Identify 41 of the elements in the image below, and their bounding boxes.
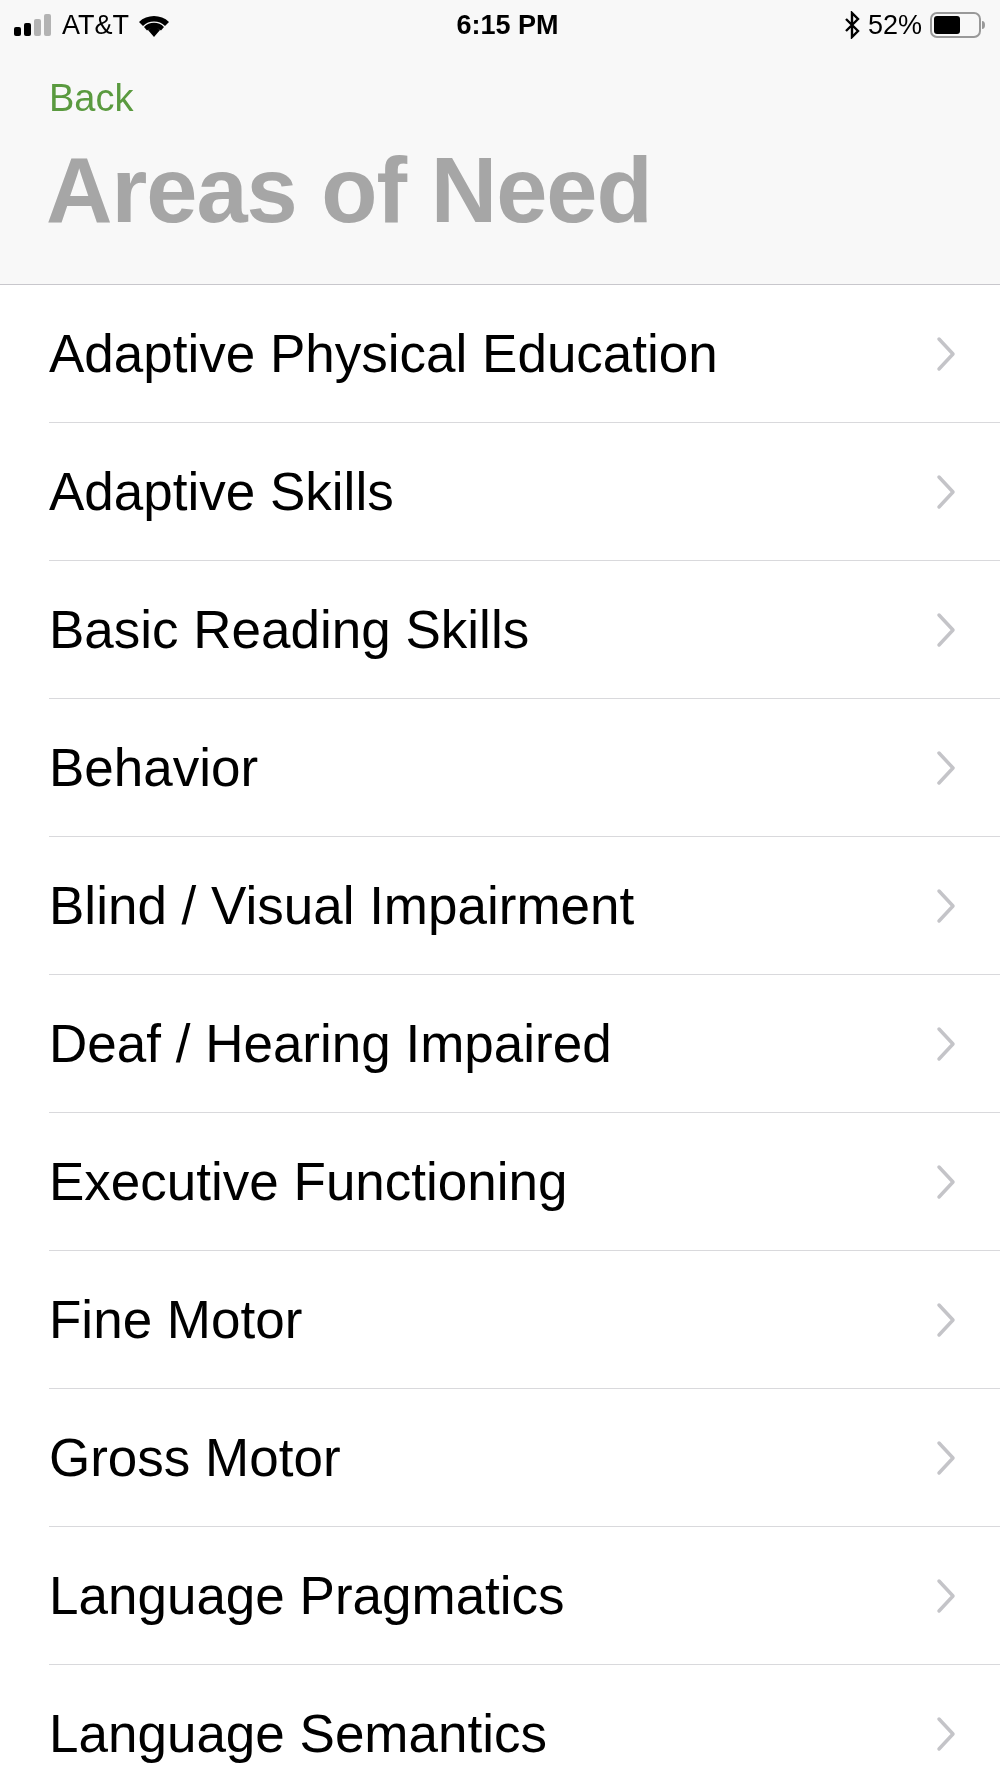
list-item[interactable]: Blind / Visual Impairment (49, 837, 1000, 975)
list-item[interactable]: Deaf / Hearing Impaired (49, 975, 1000, 1113)
list-item[interactable]: Fine Motor (49, 1251, 1000, 1389)
list-item[interactable]: Adaptive Skills (49, 423, 1000, 561)
signal-icon (14, 14, 54, 36)
item-label: Behavior (49, 736, 259, 799)
battery-percent: 52% (867, 8, 922, 42)
item-label: Language Semantics (49, 1702, 547, 1765)
clock-time: 6:15 PM (456, 8, 559, 42)
list-item[interactable]: Language Pragmatics (49, 1527, 1000, 1665)
list-item[interactable]: Executive Functioning (49, 1113, 1000, 1251)
item-label: Blind / Visual Impairment (49, 874, 635, 937)
chevron-right-icon (936, 1715, 956, 1752)
item-label: Basic Reading Skills (49, 598, 530, 661)
chevron-right-icon (936, 473, 956, 510)
list-item[interactable]: Adaptive Physical Education (49, 285, 1000, 423)
item-label: Fine Motor (49, 1288, 303, 1351)
chevron-right-icon (936, 1577, 956, 1614)
item-label: Executive Functioning (49, 1150, 568, 1213)
chevron-right-icon (936, 887, 956, 924)
item-label: Gross Motor (49, 1426, 341, 1489)
chevron-right-icon (936, 611, 956, 648)
bluetooth-icon (843, 11, 860, 39)
list-item[interactable]: Behavior (49, 699, 1000, 837)
wifi-icon (137, 13, 171, 37)
chevron-right-icon (936, 335, 956, 372)
item-label: Adaptive Skills (49, 460, 394, 523)
list-item[interactable]: Language Semantics (49, 1665, 1000, 1778)
page-title: Areas of Need (46, 139, 652, 241)
chevron-right-icon (936, 749, 956, 786)
chevron-right-icon (936, 1439, 956, 1476)
battery-icon (930, 12, 986, 38)
chevron-right-icon (936, 1163, 956, 1200)
item-label: Language Pragmatics (49, 1564, 565, 1627)
chevron-right-icon (936, 1025, 956, 1062)
item-label: Adaptive Physical Education (49, 322, 718, 385)
carrier-name: AT&T (62, 8, 129, 42)
list-item[interactable]: Gross Motor (49, 1389, 1000, 1527)
chevron-right-icon (936, 1301, 956, 1338)
list-item[interactable]: Basic Reading Skills (49, 561, 1000, 699)
item-label: Deaf / Hearing Impaired (49, 1012, 612, 1075)
